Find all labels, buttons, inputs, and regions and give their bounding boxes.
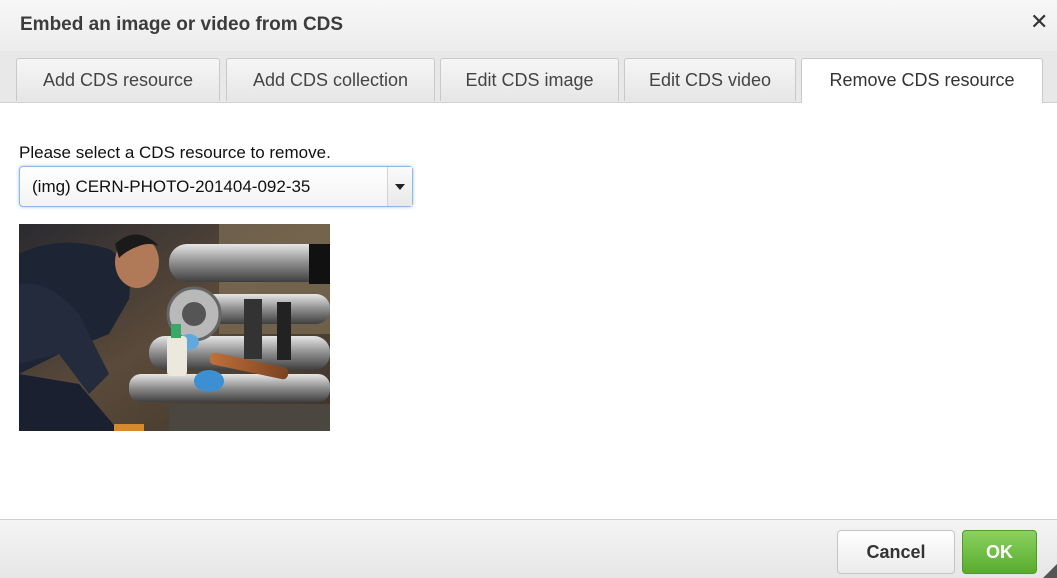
tab-edit-cds-video[interactable]: Edit CDS video	[624, 58, 796, 101]
cancel-button[interactable]: Cancel	[837, 530, 955, 574]
chevron-down-icon[interactable]	[387, 167, 412, 206]
remove-prompt-label: Please select a CDS resource to remove.	[19, 143, 331, 162]
resource-preview-image	[19, 224, 330, 431]
resize-handle-icon[interactable]	[1043, 564, 1057, 578]
remove-resource-panel: Please select a CDS resource to remove. …	[0, 103, 1057, 518]
resource-select-value: (img) CERN-PHOTO-201404-092-35	[32, 177, 311, 196]
dialog-titlebar: Embed an image or video from CDS ✕	[0, 0, 1057, 51]
dialog-footer: Cancel OK	[0, 519, 1057, 578]
tab-edit-cds-image[interactable]: Edit CDS image	[440, 58, 619, 101]
tab-add-cds-collection[interactable]: Add CDS collection	[226, 58, 435, 101]
close-icon[interactable]: ✕	[1030, 9, 1048, 35]
tab-add-cds-resource[interactable]: Add CDS resource	[16, 58, 220, 101]
tab-remove-cds-resource[interactable]: Remove CDS resource	[801, 58, 1043, 103]
ok-button[interactable]: OK	[962, 530, 1037, 574]
tab-bar: Add CDS resource Add CDS collection Edit…	[0, 51, 1057, 103]
dialog-title: Embed an image or video from CDS	[20, 14, 344, 35]
resource-select[interactable]: (img) CERN-PHOTO-201404-092-35	[19, 166, 413, 207]
